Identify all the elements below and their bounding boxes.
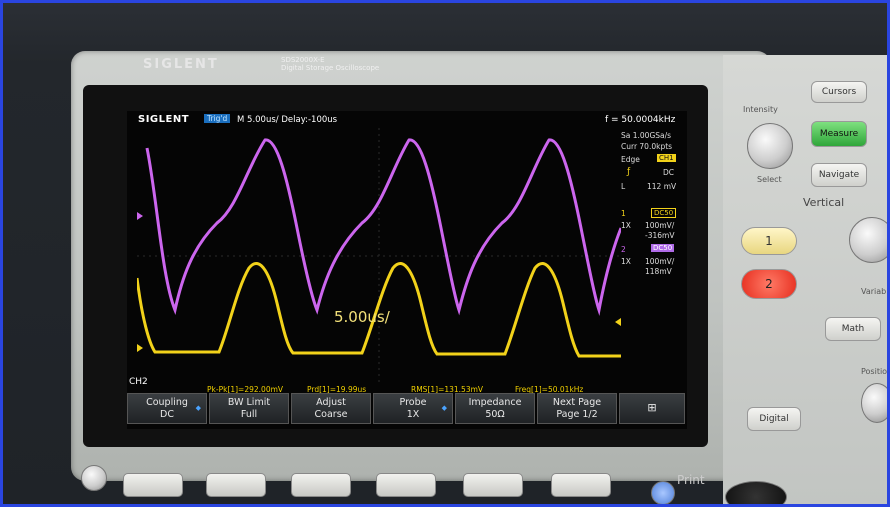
grid xyxy=(137,128,621,384)
menu-arrow-icon: ◆ xyxy=(441,404,447,412)
channel-1-button[interactable]: 1 xyxy=(741,227,797,255)
rising-edge-icon: ƒ xyxy=(627,167,631,177)
sample-rate: Sa 1.00GSa/s xyxy=(621,131,672,140)
trigger-source-badge: CH1 xyxy=(657,154,676,162)
ch1-offset: -316mV xyxy=(645,231,675,240)
ch1-scale: 100mV/ xyxy=(645,221,675,230)
memory-depth: Curr 70.0kpts xyxy=(621,142,673,151)
ch2-offset: 118mV xyxy=(645,267,672,276)
cursors-button[interactable]: Cursors xyxy=(811,81,867,103)
model-label: SDS2000X-E Digital Storage Oscilloscope xyxy=(281,56,380,72)
network-icon[interactable]: ⊞ xyxy=(619,393,685,424)
softkey-coupling[interactable]: Coupling DC ◆ xyxy=(127,393,207,424)
digital-button[interactable]: Digital xyxy=(747,407,801,431)
navigate-button[interactable]: Navigate xyxy=(811,163,867,187)
softkey-next-page[interactable]: Next Page Page 1/2 xyxy=(537,393,617,424)
function-key-4[interactable] xyxy=(376,473,436,497)
ch2-probe: 1X xyxy=(621,257,631,266)
math-button[interactable]: Math xyxy=(825,317,881,341)
trigger-status-badge: Trig'd xyxy=(204,114,231,123)
function-key-6[interactable] xyxy=(551,473,611,497)
ch2-number: 2 xyxy=(621,245,626,254)
variable-label: Variable xyxy=(861,287,889,296)
waveform-plot xyxy=(137,128,621,384)
function-key-5[interactable] xyxy=(463,473,523,497)
channel-2-button[interactable]: 2 xyxy=(741,269,797,299)
video-frame: SIGLENT SDS2000X-E Digital Storage Oscil… xyxy=(0,0,890,507)
active-channel-label: CH2 xyxy=(129,377,148,387)
ch2-marker xyxy=(137,212,143,220)
print-label: Print xyxy=(677,473,705,487)
vertical-scale-knob[interactable] xyxy=(849,217,887,263)
print-button[interactable] xyxy=(651,481,675,504)
timebase-readout: M 5.00us/ Delay:-100us xyxy=(237,115,338,125)
status-sidebar: Sa 1.00GSa/s Curr 70.0kpts Edge CH1 ƒ DC… xyxy=(617,127,687,387)
ch1-impedance-badge: DC50 xyxy=(651,208,677,218)
softkey-menu: Coupling DC ◆ BW Limit Full Adjust Coarse P… xyxy=(127,393,687,427)
display-header: SIGLENT Trig'd M 5.00us/ Delay:-100us f … xyxy=(127,111,687,127)
ch2-impedance-badge: DC50 xyxy=(651,244,675,252)
softkey-impedance[interactable]: Impedance 50Ω xyxy=(455,393,535,424)
scope-display: SIGLENT Trig'd M 5.00us/ Delay:-100us f … xyxy=(127,111,687,429)
function-key-1[interactable] xyxy=(123,473,183,497)
brand-badge: SIGLENT xyxy=(143,57,219,72)
trigger-type: Edge xyxy=(621,155,640,164)
intensity-adjust-knob[interactable] xyxy=(747,123,793,169)
screen-logo: SIGLENT xyxy=(138,114,190,125)
ch1-number: 1 xyxy=(621,209,626,218)
timebase-overlay: 5.00us/ xyxy=(334,308,390,326)
frequency-readout: f = 50.0004kHz xyxy=(605,115,676,125)
measure-button[interactable]: Measure xyxy=(811,121,867,147)
position-label: Position xyxy=(861,367,890,376)
ch2-waveform xyxy=(145,138,621,316)
menu-arrow-icon: ◆ xyxy=(195,404,201,412)
ch1-probe: 1X xyxy=(621,221,631,230)
softkey-adjust[interactable]: Adjust Coarse xyxy=(291,393,371,424)
ch2-scale: 100mV/ xyxy=(645,257,675,266)
trigger-level-value: 112 mV xyxy=(647,182,677,191)
ch1-marker xyxy=(137,344,143,352)
softkey-bw-limit[interactable]: BW Limit Full xyxy=(209,393,289,424)
trigger-coupling: DC xyxy=(663,168,675,177)
trigger-level-label: L xyxy=(621,182,626,191)
function-key-2[interactable] xyxy=(206,473,266,497)
vertical-position-knob[interactable] xyxy=(861,383,887,423)
function-key-3[interactable] xyxy=(291,473,351,497)
intensity-label: Intensity xyxy=(743,105,778,114)
vertical-section-label: Vertical xyxy=(803,196,845,209)
bottom-knob[interactable] xyxy=(725,481,787,504)
menu-knob[interactable] xyxy=(81,465,107,491)
softkey-probe[interactable]: Probe 1X ◆ xyxy=(373,393,453,424)
select-label: Select xyxy=(757,175,782,184)
